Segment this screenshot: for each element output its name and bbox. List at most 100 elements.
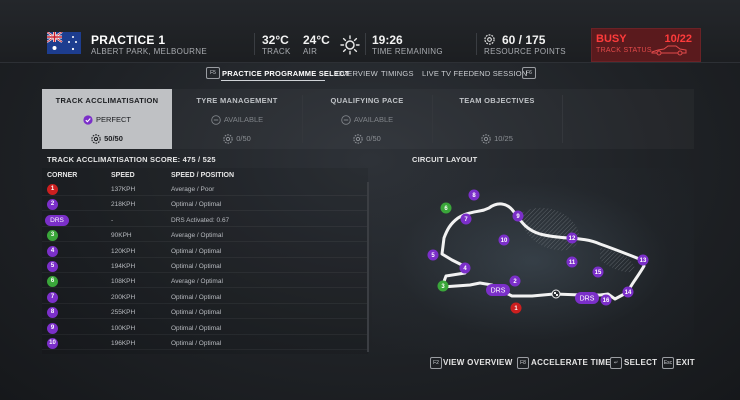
row-divider [42, 210, 368, 212]
table-row[interactable]: 1 137KPH Average / Poor [42, 182, 368, 196]
tab-end-session[interactable]: END SESSION [474, 69, 527, 78]
corner-badge: 10 [47, 338, 58, 349]
circuit-corner-marker[interactable]: 6 [440, 202, 452, 214]
tab-practice-programme-select[interactable]: PRACTICE PROGRAMME SELECT [222, 69, 350, 78]
corner-badge: 5 [47, 261, 58, 272]
circuit-corner-marker[interactable]: 3 [437, 280, 449, 292]
time-remaining-label: TIME REMAINING [372, 47, 443, 56]
table-row[interactable]: 7 200KPH Optimal / Optimal [42, 290, 368, 304]
programme-tile-team-objectives[interactable]: TEAM OBJECTIVES 10/25 [432, 89, 562, 149]
programme-title: TEAM OBJECTIVES [459, 96, 535, 105]
tab-timings[interactable]: TIMINGS [381, 69, 414, 78]
circuit-corner-marker[interactable]: 14 [622, 286, 634, 298]
circuit-corner-marker[interactable]: 13 [637, 254, 649, 266]
resource-points: 60 / 175 [502, 33, 546, 47]
circuit-corner-marker[interactable]: 7 [460, 213, 472, 225]
corner-badge: 1 [47, 184, 58, 195]
corner-badge: 6 [47, 276, 58, 288]
resource-gear-icon [481, 134, 491, 144]
speed-position-cell: Average / Poor [171, 186, 215, 193]
exit-button[interactable]: EXIT [676, 358, 695, 367]
circuit-corner-marker[interactable]: 4 [459, 262, 471, 274]
table-row[interactable]: DRS - DRS Activated: 0.67 [42, 213, 368, 227]
exit-key[interactable]: Esc [662, 357, 674, 369]
view-overview-button[interactable]: VIEW OVERVIEW [443, 358, 513, 367]
column-header-speed-position: SPEED / POSITION [171, 172, 235, 179]
accelerate-time-key[interactable]: F8 [517, 357, 529, 369]
table-row[interactable]: 3 90KPH Average / Optimal [42, 228, 368, 243]
programme-status: AVAILABLE [302, 115, 432, 125]
circuit-corner-label: 14 [625, 290, 632, 296]
programme-tile-qualifying-pace[interactable]: QUALIFYING PACE AVAILABLE 0/50 [302, 89, 432, 149]
circuit-map: DRSDRS12345678910111213141516 [427, 189, 649, 314]
circuit-corner-marker[interactable]: 5 [427, 249, 439, 261]
table-row[interactable]: 6 108KPH Average / Optimal [42, 274, 368, 289]
row-divider [42, 225, 368, 227]
programme-tiles: TRACK ACCLIMATISATION PERFECT 50/50 TYRE… [42, 89, 694, 149]
drs-zone-marker: DRS [486, 284, 510, 296]
speed-position-cell: Optimal / Optimal [171, 293, 222, 301]
resource-gear-icon [91, 134, 101, 144]
circuit-corner-marker[interactable]: 11 [566, 256, 578, 268]
programme-status-text: AVAILABLE [353, 115, 394, 124]
scrollbar[interactable] [367, 182, 369, 352]
row-divider [42, 349, 368, 350]
tab-live-tv-feed[interactable]: LIVE TV FEED [422, 69, 474, 78]
divider [562, 95, 563, 143]
circuit-corner-marker[interactable]: 9 [512, 210, 524, 222]
table-row[interactable]: 10 196KPH Optimal / Optimal [42, 336, 368, 350]
speed-cell: 255KPH [111, 309, 136, 317]
corner-badge: 4 [47, 245, 58, 257]
speed-cell: 200KPH [111, 293, 136, 301]
select-key[interactable]: ↵ [610, 357, 622, 369]
corner-badge: 8 [47, 307, 58, 319]
circuit-corner-marker[interactable]: 16 [600, 294, 612, 306]
drs-zone-marker: DRS [575, 292, 599, 304]
prev-tab-key[interactable]: F5 [206, 67, 220, 79]
check-circle-icon [83, 115, 93, 125]
table-row[interactable]: 8 255KPH Optimal / Optimal [42, 305, 368, 320]
table-row[interactable]: 5 194KPH Optimal / Optimal [42, 259, 368, 273]
next-tab-key[interactable]: F6 [522, 67, 536, 79]
minus-circle-icon [341, 115, 351, 125]
programme-tile-track-acclimatisation[interactable]: TRACK ACCLIMATISATION PERFECT 50/50 [42, 89, 172, 149]
circuit-corner-marker[interactable]: 8 [468, 189, 480, 201]
speed-cell: - [111, 216, 114, 224]
speed-position-cell: Optimal / Optimal [171, 309, 222, 317]
circuit-corner-marker[interactable]: 10 [498, 234, 510, 246]
table-row[interactable]: 2 218KPH Optimal / Optimal [42, 197, 368, 212]
table-row[interactable]: 9 100KPH Optimal / Optimal [42, 321, 368, 335]
speed-cell: 120KPH [111, 247, 136, 255]
australia-flag-icon [47, 32, 81, 54]
corner-badge: 3 [47, 230, 58, 242]
circuit-corner-label: 10 [501, 238, 508, 244]
circuit-corner-marker[interactable]: 12 [566, 232, 578, 244]
table-row[interactable]: 4 120KPH Optimal / Optimal [42, 244, 368, 258]
circuit-corner-marker[interactable]: 2 [509, 275, 521, 287]
row-divider [42, 241, 368, 243]
speed-position-cell: Optimal / Optimal [171, 324, 222, 332]
circuit-corner-marker[interactable]: 1 [510, 302, 522, 314]
programme-points-text: 0/50 [236, 134, 251, 143]
resource-gear-icon [353, 134, 363, 144]
acclimatisation-score: TRACK ACCLIMATISATION SCORE: 475 / 525 [47, 155, 216, 164]
programme-status: PERFECT [42, 115, 172, 125]
view-overview-key[interactable]: F2 [430, 357, 442, 369]
circuit-corner-label: 16 [603, 298, 610, 304]
speed-position-cell: Optimal / Optimal [171, 247, 222, 255]
programme-status: AVAILABLE [172, 115, 302, 125]
row-divider [42, 287, 368, 289]
circuit-corner-marker[interactable]: 15 [592, 266, 604, 278]
air-temp-label: AIR [303, 47, 318, 56]
programme-tile-tyre-management[interactable]: TYRE MANAGEMENT AVAILABLE 0/50 [172, 89, 302, 149]
programme-status-text: AVAILABLE [223, 115, 264, 124]
row-divider [42, 272, 368, 273]
tab-overview[interactable]: OVERVIEW [336, 69, 378, 78]
divider [476, 33, 477, 55]
active-tab-indicator [221, 80, 325, 81]
programme-title: TYRE MANAGEMENT [196, 96, 278, 105]
accelerate-time-button[interactable]: ACCELERATE TIME [531, 358, 611, 367]
row-divider [42, 318, 368, 320]
track-status-label: TRACK STATUS [596, 47, 652, 54]
select-button[interactable]: SELECT [624, 358, 657, 367]
